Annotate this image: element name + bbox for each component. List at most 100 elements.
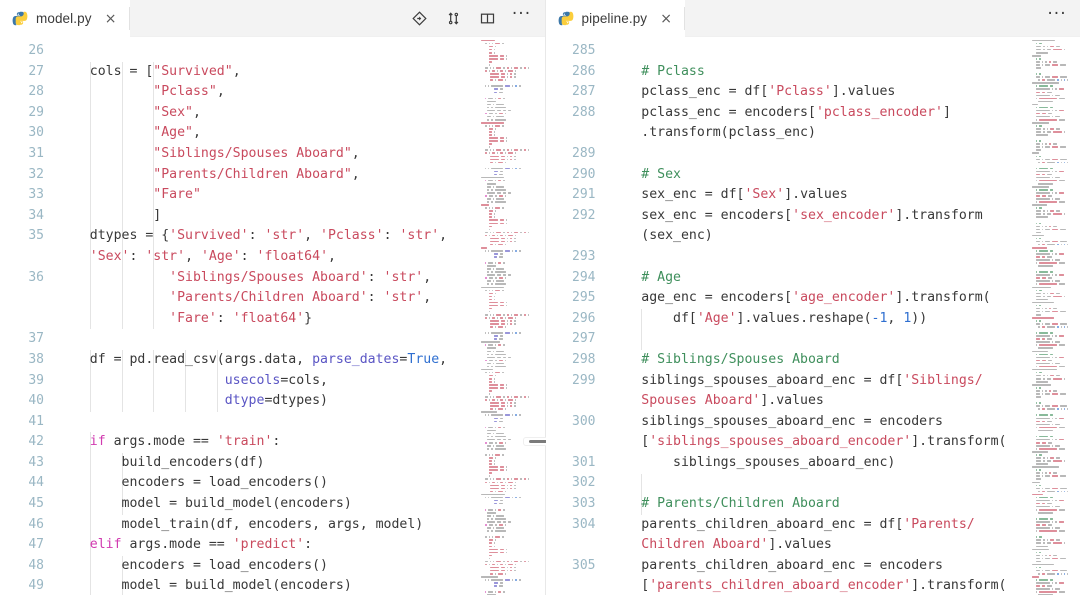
code-line: parents_children_aboard_enc = encoders [610, 556, 1031, 577]
tab-model-py[interactable]: model.py × [0, 0, 130, 37]
close-icon[interactable]: × [657, 10, 675, 28]
code-token: 'Pclass' [320, 228, 384, 244]
code-line: "Pclass", [58, 82, 479, 103]
code-line: ['parents_children_aboard_encoder'].tran… [610, 576, 1031, 595]
editor-pane-left: model.py × ··· 26 27 28 29 30 31 32 33 3… [0, 0, 545, 595]
code-area-left[interactable]: cols = ["Survived", "Pclass", "Sex", "Ag… [58, 37, 479, 595]
code-token: if [89, 434, 106, 450]
sync-changes-icon[interactable] [443, 7, 465, 29]
code-token: 'Sex' [89, 248, 130, 264]
close-icon[interactable]: × [102, 10, 120, 28]
code-token: } [304, 310, 313, 326]
code-token: # Parents/Children Aboard [609, 496, 840, 512]
line-number: 295 [572, 290, 596, 306]
line-number: 301 [572, 454, 596, 470]
code-line: siblings_spouses_aboard_enc) [610, 453, 1031, 474]
line-number [0, 309, 58, 330]
line-number: 40 [28, 393, 44, 409]
line-number: 32 [28, 166, 44, 182]
more-actions-icon[interactable]: ··· [511, 6, 533, 29]
source-control-icon[interactable] [409, 7, 431, 29]
line-number: 298 [572, 351, 596, 367]
line-number: 293 [572, 248, 596, 264]
tabbar-actions-left: ··· [408, 0, 545, 36]
code-token: # Pclass [609, 63, 705, 79]
line-number: 29 [28, 104, 44, 120]
line-number: 49 [28, 578, 44, 594]
minimap-left[interactable] [478, 37, 545, 595]
code-line: siblings_spouses_aboard_enc = encoders [610, 412, 1031, 433]
code-token: "Siblings/Spouses Aboard" [153, 145, 352, 161]
python-file-icon [558, 11, 574, 27]
tab-pipeline-py[interactable]: pipeline.py × [545, 0, 686, 37]
code-token: ].transform( [895, 290, 991, 306]
line-number: 291 [572, 187, 596, 203]
line-number: 34 [28, 207, 44, 223]
code-token: ] [58, 207, 162, 223]
line-number: 287 [572, 84, 596, 100]
minimap-right[interactable] [1030, 37, 1080, 595]
code-line: usecols=cols, [58, 371, 479, 392]
code-token: : [129, 248, 146, 264]
code-line: encoders = load_encoders() [58, 473, 479, 494]
code-token: , [887, 310, 904, 326]
code-token: 'Pclass' [768, 84, 832, 100]
code-line: model = build_model(encoders) [58, 494, 479, 515]
code-token: , [439, 351, 448, 367]
more-actions-icon[interactable]: ··· [1046, 6, 1068, 29]
code-token: 'str' [399, 228, 440, 244]
code-token: 'Siblings/Spouses Aboard' [169, 269, 368, 285]
line-number: 27 [28, 63, 44, 79]
line-number: 300 [572, 413, 596, 429]
code-line: df['Age'].values.reshape(-1, 1)) [610, 309, 1031, 330]
line-number: 305 [572, 557, 596, 573]
code-area-right[interactable]: # Pclass pclass_enc = df['Pclass'].value… [610, 37, 1031, 595]
line-number [0, 247, 58, 268]
code-token: siblings_spouses_aboard_enc = df[ [609, 372, 904, 388]
code-line: 'Parents/Children Aboard': 'str', [58, 288, 479, 309]
code-token: 'Siblings/ [903, 372, 983, 388]
code-token: 'Sex' [744, 187, 785, 203]
code-token: : [216, 310, 233, 326]
code-token: "Age" [153, 125, 193, 141]
line-number: 26 [28, 43, 44, 58]
line-number-gutter-left: 26 27 28 29 30 31 32 33 34 35 36 37 38 39 40 41 42 43 44… [0, 37, 58, 595]
line-number: 304 [572, 516, 596, 532]
code-token: parents_children_aboard_enc = df[ [609, 516, 904, 532]
code-token: 'parents_children_aboard_encoder' [649, 578, 912, 594]
line-number: 285 [572, 43, 596, 58]
code-token: pclass_enc = encoders[ [609, 104, 816, 120]
tabbar-actions-right: ··· [1046, 0, 1080, 36]
code-line: # Siblings/Spouses Aboard [610, 350, 1031, 371]
code-token: ].values.reshape( [736, 310, 872, 326]
code-line: (sex_enc) [610, 226, 1031, 247]
code-token: 'Parents/Children Aboard' [169, 290, 368, 306]
code-line: dtype=dtypes) [58, 391, 479, 412]
code-token: , [185, 248, 201, 264]
split-editor-icon[interactable] [477, 7, 499, 29]
code-token: =dtypes) [264, 393, 328, 409]
code-token: "Parents/Children Aboard" [153, 166, 352, 182]
code-token: : [248, 228, 265, 244]
code-line: parents_children_aboard_enc = df['Parent… [610, 515, 1031, 536]
code-line: "Fare" [58, 185, 479, 206]
line-number: 302 [572, 475, 596, 491]
code-token: 'str' [383, 290, 424, 306]
tabbar-left: model.py × ··· [0, 0, 545, 37]
code-token: 'float64' [256, 248, 329, 264]
code-line: cols = ["Survived", [58, 62, 479, 83]
tabbar-empty-space [685, 0, 1046, 36]
code-token: "Sex" [153, 104, 193, 120]
line-number: 286 [572, 63, 596, 79]
tab-divider [684, 7, 686, 30]
code-token: ].transform [895, 207, 983, 223]
code-token: ] [942, 104, 951, 120]
line-number: 41 [28, 413, 44, 429]
line-number [546, 226, 610, 247]
